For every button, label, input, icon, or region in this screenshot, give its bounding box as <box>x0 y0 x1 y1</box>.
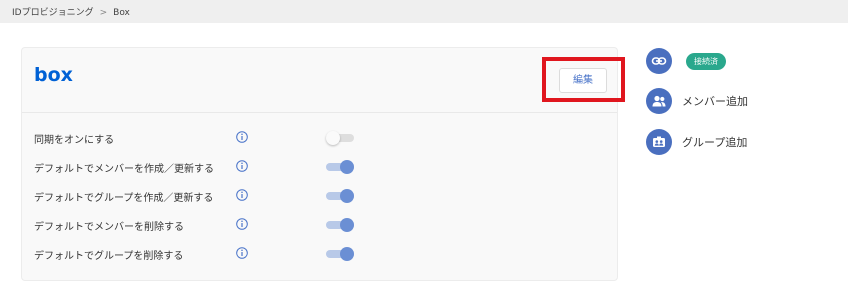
breadcrumb-parent-link[interactable]: IDプロビジョニング <box>12 8 94 18</box>
setting-label: デフォルトでメンバーを削除する <box>34 222 184 233</box>
setting-row-create-members: デフォルトでメンバーを作成／更新する <box>34 157 374 177</box>
link-icon <box>646 48 672 74</box>
users-icon <box>646 88 672 114</box>
info-icon[interactable] <box>236 218 248 230</box>
add-group-label: グループ追加 <box>682 136 748 149</box>
create-members-toggle[interactable] <box>326 160 354 174</box>
setting-row-delete-groups: デフォルトでグループを削除する <box>34 244 374 264</box>
info-icon[interactable] <box>236 189 248 201</box>
edit-button[interactable]: 編集 <box>559 68 607 93</box>
breadcrumb-current: Box <box>113 8 130 18</box>
top-bar: IDプロビジョニング > Box <box>0 0 848 23</box>
connection-status: 接続済 <box>646 47 726 75</box>
group-icon <box>646 129 672 155</box>
add-member-label: メンバー追加 <box>682 95 748 108</box>
info-icon[interactable] <box>236 247 248 259</box>
create-groups-toggle[interactable] <box>326 189 354 203</box>
setting-label: デフォルトでグループを作成／更新する <box>34 193 214 204</box>
info-icon[interactable] <box>236 131 248 143</box>
delete-groups-toggle[interactable] <box>326 247 354 261</box>
add-group-button[interactable]: グループ追加 <box>646 128 747 156</box>
setting-row-sync: 同期をオンにする <box>34 128 374 148</box>
box-logo: box <box>34 64 73 86</box>
info-icon[interactable] <box>236 160 248 172</box>
status-badge: 接続済 <box>686 52 726 70</box>
card-header: box 編集 <box>22 48 617 113</box>
breadcrumb-separator: > <box>99 8 108 18</box>
setting-label: デフォルトでメンバーを作成／更新する <box>34 164 214 175</box>
breadcrumb: IDプロビジョニング > Box <box>12 5 130 18</box>
svg-text:box: box <box>34 64 73 86</box>
provider-settings-card: box 編集 同期をオンにする デフォルトでメンバーを作成／更新する デフォルト… <box>21 47 618 281</box>
setting-row-delete-members: デフォルトでメンバーを削除する <box>34 215 374 235</box>
setting-row-create-groups: デフォルトでグループを作成／更新する <box>34 186 374 206</box>
setting-label: デフォルトでグループを削除する <box>34 251 184 262</box>
setting-label: 同期をオンにする <box>34 135 115 146</box>
sync-toggle[interactable] <box>326 131 354 145</box>
add-member-button[interactable]: メンバー追加 <box>646 87 748 115</box>
delete-members-toggle[interactable] <box>326 218 354 232</box>
